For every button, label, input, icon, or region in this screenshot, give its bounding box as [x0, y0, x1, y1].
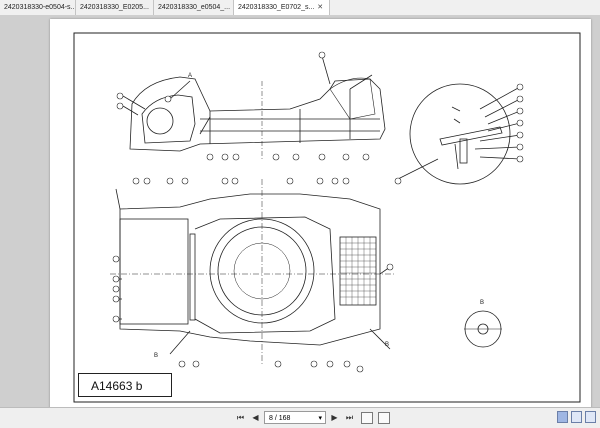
view-mode-buttons [557, 411, 596, 423]
two-page-view-icon[interactable] [571, 411, 582, 423]
page-navigation: ⏮ ◀ 8 / 168 ▾ ▶ ⏭ [234, 411, 390, 424]
first-page-icon[interactable]: ⏮ [234, 411, 247, 424]
chevron-down-icon[interactable]: ▾ [318, 412, 322, 423]
callout-b: B [154, 353, 158, 359]
view-label-a: A [188, 73, 192, 79]
view-label-b-detail: B [480, 300, 484, 306]
copy-icon[interactable] [361, 411, 373, 424]
tab-4[interactable]: 2420318330_E0702_s... ✕ [234, 0, 330, 15]
grid-view-icon[interactable] [585, 411, 596, 423]
tab-label: 2420318330_E0702_s... [238, 4, 315, 11]
page-indicator: 8 / 168 [269, 415, 291, 422]
tab-bar: 2420318330-e0504-s... 2420318330_E0205..… [0, 0, 600, 16]
tab-label: 2420318330-e0504-s... [4, 4, 76, 11]
single-page-view-icon[interactable] [557, 411, 568, 423]
page-number-input[interactable]: 8 / 168 ▾ [264, 411, 326, 424]
next-page-icon[interactable]: ▶ [328, 411, 341, 424]
prev-page-icon[interactable]: ◀ [249, 411, 262, 424]
callout-b-right: B [385, 342, 389, 348]
document-viewer[interactable]: A B B B A14663 b [0, 15, 600, 418]
technical-drawing: A B B B [73, 32, 581, 403]
tab-3[interactable]: 2420318330_e0504_... [154, 0, 234, 15]
last-page-icon[interactable]: ⏭ [343, 411, 356, 424]
pdf-page: A B B B A14663 b [50, 19, 591, 418]
tab-2[interactable]: 2420318330_E0205... [76, 0, 154, 15]
tab-label: 2420318330_e0504_... [158, 4, 231, 11]
close-icon[interactable]: ✕ [317, 0, 323, 15]
drawing-number-label: A14663 b [78, 373, 172, 397]
tab-1[interactable]: 2420318330-e0504-s... [0, 0, 76, 15]
tab-label: 2420318330_E0205... [80, 4, 149, 11]
paste-icon[interactable] [378, 411, 390, 424]
status-bar: ⏮ ◀ 8 / 168 ▾ ▶ ⏭ [0, 407, 600, 428]
